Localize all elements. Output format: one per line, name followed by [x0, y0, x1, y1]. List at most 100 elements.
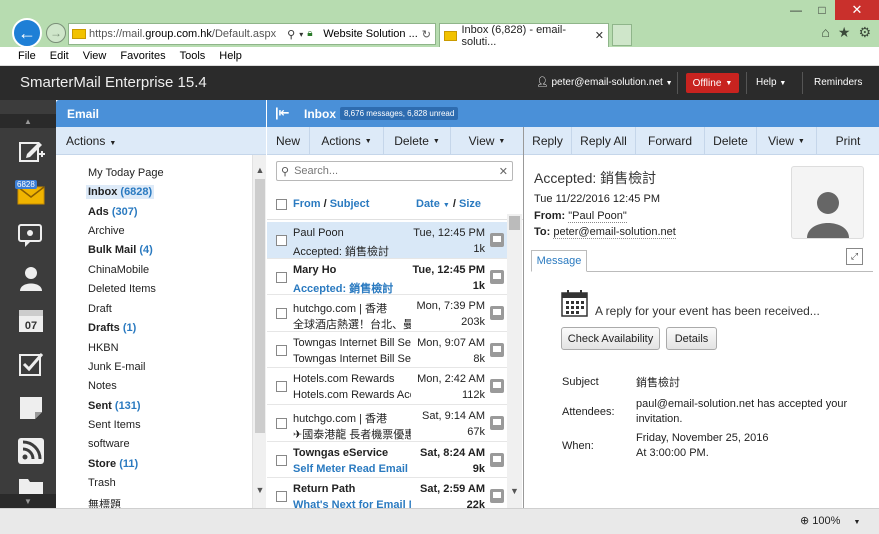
message-checkbox[interactable] [276, 381, 287, 393]
contacts-icon[interactable] [16, 263, 46, 293]
folder-item[interactable]: Ads (307) [88, 206, 138, 218]
folder-item[interactable]: Trash [88, 477, 116, 489]
message-checkbox[interactable] [276, 271, 287, 283]
from-value[interactable]: "Paul Poon" [568, 210, 627, 223]
message-row[interactable]: hutchgo.com | 香港 全球酒店熱選！台北、曼谷 Mon, 7:39 … [267, 295, 507, 332]
folder-item[interactable]: 無標題 [88, 496, 121, 508]
list-actions-button[interactable]: Actions ▼ [310, 127, 384, 155]
message-flag-icon[interactable] [490, 379, 504, 394]
minimize-icon[interactable]: — [783, 0, 809, 20]
reply-all-button[interactable]: Reply All [572, 127, 636, 155]
collapse-pane-icon[interactable]: |⇤ [275, 105, 290, 121]
message-flag-icon[interactable] [490, 269, 504, 284]
scrollbar-thumb[interactable] [509, 216, 520, 230]
sort-date-size[interactable]: Date ▼ / Size [416, 198, 481, 210]
message-row[interactable]: Return Path What's Next for Email M Sat,… [267, 478, 507, 508]
delete-message-button[interactable]: Delete [705, 127, 757, 155]
maximize-icon[interactable]: □ [809, 0, 835, 20]
folder-item[interactable]: software [88, 438, 130, 450]
menu-file[interactable]: File [18, 50, 36, 62]
message-list-scrollbar[interactable]: ▼ [507, 214, 522, 508]
site-identity[interactable]: Website Solution ... [323, 28, 418, 40]
reader-view-button[interactable]: View ▼ [757, 127, 817, 155]
clear-search-icon[interactable]: ✕ [499, 165, 508, 178]
folder-item[interactable]: Store (11) [88, 458, 138, 470]
message-row[interactable]: Paul Poon Accepted: 銷售檢討 Tue, 12:45 PM 1… [267, 222, 507, 259]
folder-item[interactable]: Drafts (1) [88, 322, 136, 334]
folder-item[interactable]: HKBN [88, 342, 119, 354]
user-menu[interactable]: 👤︎ peter@email-solution.net ▼ [536, 77, 673, 88]
refresh-icon[interactable]: ↻ [422, 28, 431, 41]
compose-icon[interactable] [16, 136, 46, 166]
reminders-button[interactable]: Reminders [814, 77, 862, 88]
to-value[interactable]: peter@email-solution.net [553, 226, 676, 239]
message-flag-icon[interactable] [490, 489, 504, 504]
notes-icon[interactable] [16, 393, 46, 423]
menu-edit[interactable]: Edit [50, 50, 69, 62]
lock-icon[interactable]: 🔒︎ [307, 28, 319, 40]
menu-view[interactable]: View [83, 50, 107, 62]
message-flag-icon[interactable] [490, 452, 504, 467]
folder-item[interactable]: Deleted Items [88, 283, 156, 295]
folder-item[interactable]: Sent (131) [88, 400, 141, 412]
message-checkbox[interactable] [276, 235, 287, 246]
tasks-checkbox-icon[interactable] [16, 349, 46, 379]
folder-item-inbox[interactable]: Inbox (6828) [86, 185, 155, 199]
browser-tab[interactable]: Inbox (6,828) - email-soluti... ✕ [439, 23, 609, 48]
message-row[interactable]: hutchgo.com | 香港 ✈國泰港龍 長者機票優惠 Sat, 9:14 … [267, 405, 507, 442]
menu-help[interactable]: Help [219, 50, 242, 62]
message-flag-icon[interactable] [490, 415, 504, 430]
message-checkbox[interactable] [276, 308, 287, 320]
home-icon[interactable]: ⌂ [821, 24, 829, 41]
message-row[interactable]: Towngas eService Self Meter Read Email R… [267, 442, 507, 479]
menu-tools[interactable]: Tools [180, 50, 206, 62]
rail-scroll-down-icon[interactable]: ▼ [0, 494, 56, 508]
select-all-checkbox[interactable] [276, 199, 287, 210]
back-arrow-icon[interactable]: ← [12, 18, 42, 48]
new-message-button[interactable]: New [267, 127, 310, 155]
calendar-icon[interactable]: 07 [16, 305, 46, 335]
folder-item[interactable]: ChinaMobile [88, 264, 149, 276]
message-checkbox[interactable] [276, 454, 287, 466]
rss-feed-icon[interactable] [16, 436, 46, 466]
folder-scrollbar[interactable]: ▲ ▼ [252, 155, 266, 508]
list-delete-button[interactable]: Delete ▼ [384, 127, 451, 155]
close-window-icon[interactable]: ✕ [835, 0, 879, 20]
chat-icon[interactable] [16, 220, 46, 250]
folder-actions-button[interactable]: Actions ▼ [66, 134, 116, 148]
zoom-control[interactable]: ⊕ 100% ▼ [800, 514, 860, 527]
message-checkbox[interactable] [276, 344, 287, 356]
list-view-button[interactable]: View ▼ [451, 127, 523, 155]
scroll-down-icon[interactable]: ▼ [507, 484, 522, 498]
settings-gear-icon[interactable]: ⚙ [858, 24, 871, 41]
message-row[interactable]: Mary Ho Accepted: 銷售檢討 Tue, 12:45 PM 1k [267, 259, 507, 296]
check-availability-button[interactable]: Check Availability [561, 327, 660, 350]
search-icon[interactable]: ⚲ [287, 28, 295, 41]
new-tab-button[interactable] [612, 24, 632, 46]
folder-item[interactable]: Bulk Mail (4) [88, 244, 153, 256]
message-flag-icon[interactable] [490, 233, 504, 247]
details-button[interactable]: Details [666, 327, 717, 350]
forward-arrow-icon[interactable]: → [46, 23, 66, 43]
message-flag-icon[interactable] [490, 342, 504, 357]
scroll-down-icon[interactable]: ▼ [253, 483, 267, 497]
scroll-up-icon[interactable]: ▲ [253, 163, 267, 177]
message-checkbox[interactable] [276, 491, 287, 503]
print-button[interactable]: Print [817, 127, 879, 155]
folder-item[interactable]: Archive [88, 225, 125, 237]
folder-item[interactable]: My Today Page [88, 167, 164, 179]
message-row[interactable]: Towngas Internet Bill Ser Towngas Intern… [267, 332, 507, 369]
expand-message-icon[interactable]: ⤢ [846, 248, 863, 265]
message-row[interactable]: Hotels.com Rewards Hotels.com Rewards Ac… [267, 368, 507, 405]
files-folder-icon[interactable] [16, 476, 46, 494]
tab-message[interactable]: Message [531, 250, 587, 272]
sort-from-subject[interactable]: From / Subject [293, 198, 369, 210]
reply-button[interactable]: Reply [524, 127, 572, 155]
favorites-star-icon[interactable]: ★ [838, 24, 851, 41]
message-flag-icon[interactable] [490, 306, 504, 321]
menu-favorites[interactable]: Favorites [120, 50, 165, 62]
scrollbar-thumb[interactable] [255, 179, 265, 433]
pane-divider[interactable] [523, 127, 524, 508]
offline-status-button[interactable]: Offline ▼ [686, 73, 739, 93]
rail-scroll-up-icon[interactable]: ▲ [0, 114, 56, 128]
